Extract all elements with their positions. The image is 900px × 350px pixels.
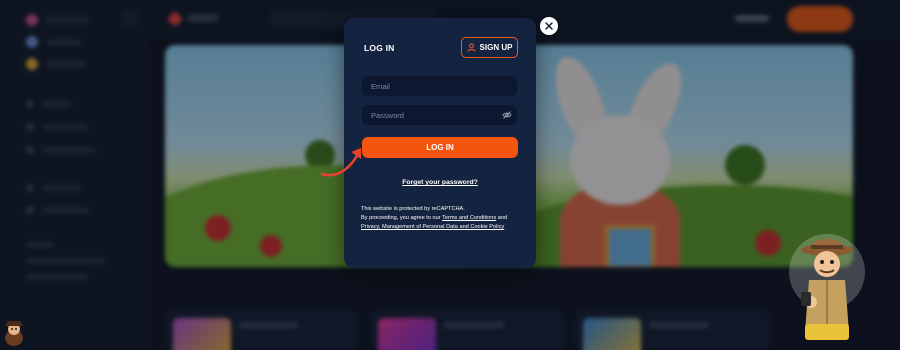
email-field[interactable] (362, 76, 517, 96)
login-submit-button[interactable]: LOG IN (362, 137, 518, 158)
close-button[interactable] (540, 17, 558, 35)
privacy-line: Privacy, Management of Personal Data and… (361, 224, 531, 230)
mascot-avatar-icon (5, 321, 23, 346)
password-field[interactable] (362, 105, 517, 125)
tab-signup-label: SIGN UP (479, 43, 513, 52)
agreement-and: and (496, 215, 508, 221)
close-icon (545, 22, 553, 30)
curved-arrow-icon (320, 148, 361, 177)
eye-off-icon[interactable] (502, 110, 512, 120)
detective-mascot-icon (789, 234, 865, 340)
agreement-prefix: By proceeding, you agree to our (361, 215, 443, 221)
terms-link[interactable]: Terms and Conditions (442, 215, 496, 221)
forgot-password-link[interactable]: Forget your password? (344, 179, 536, 186)
privacy-policy-link[interactable]: Privacy, Management of Personal Data and… (361, 224, 504, 230)
tab-login[interactable]: LOG IN (364, 43, 394, 53)
user-icon (466, 43, 476, 52)
recaptcha-notice: This website is protected by reCAPTCHA. (361, 206, 465, 212)
tab-signup[interactable]: SIGN UP (461, 37, 518, 58)
agreement-text: By proceeding, you agree to our Terms an… (361, 215, 531, 221)
